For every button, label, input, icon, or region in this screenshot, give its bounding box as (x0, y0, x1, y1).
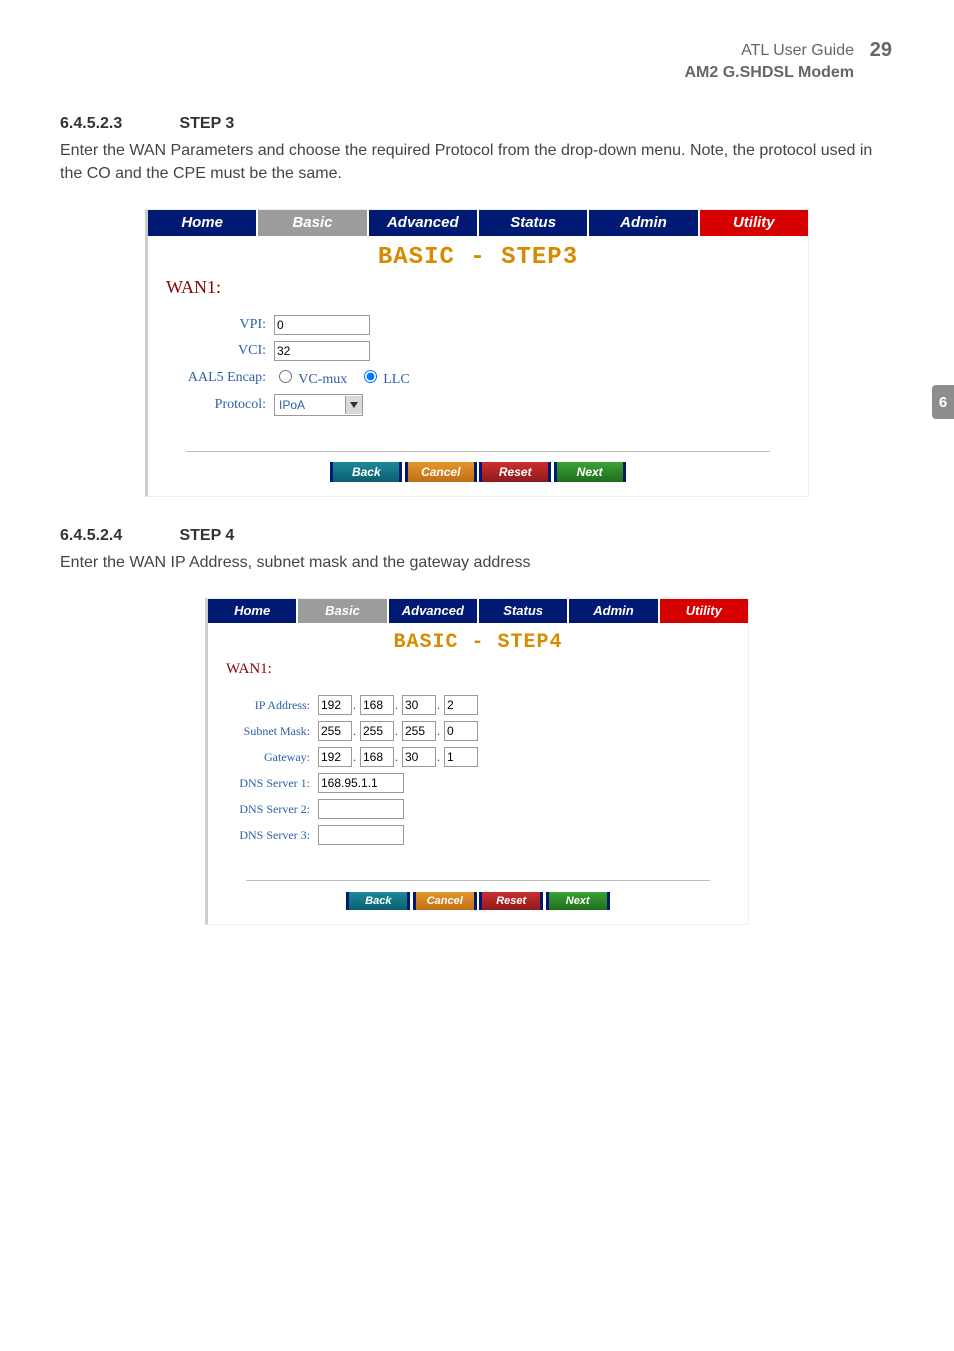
nav-tab-advanced[interactable]: Advanced (389, 599, 479, 623)
gw-input-1[interactable] (318, 747, 352, 767)
vci-input[interactable] (274, 341, 370, 361)
heading-step3-number: 6.4.5.2.3 (60, 115, 175, 133)
aal5-opt1-label: VC-mux (298, 372, 347, 387)
mask-input-3[interactable] (402, 721, 436, 741)
ip-input-3[interactable] (402, 695, 436, 715)
heading-step4-number: 6.4.5.2.4 (60, 527, 175, 545)
dns3-label: DNS Server 3: (226, 822, 314, 848)
dot-icon: . (394, 724, 399, 738)
nav-tab-basic[interactable]: Basic (298, 599, 388, 623)
paragraph-step3: Enter the WAN Parameters and choose the … (60, 139, 894, 185)
mask-input-1[interactable] (318, 721, 352, 741)
aal5-radio-llc-input[interactable] (364, 370, 377, 383)
page-header: 29 ATL User Guide AM2 G.SHDSL Modem (60, 40, 894, 85)
ip-input-4[interactable] (444, 695, 478, 715)
next-button[interactable]: Next (549, 892, 607, 910)
panel4-title: BASIC - STEP4 (208, 623, 748, 658)
gw-label: Gateway: (226, 744, 314, 770)
heading-step4: 6.4.5.2.4 STEP 4 (60, 527, 894, 545)
cancel-button[interactable]: Cancel (408, 462, 474, 482)
doc-title-1: ATL User Guide (60, 40, 854, 62)
dot-icon: . (436, 698, 441, 712)
reset-button[interactable]: Reset (482, 462, 548, 482)
vci-label: VCI: (166, 338, 270, 364)
dns2-input[interactable] (318, 799, 404, 819)
ip-input-2[interactable] (360, 695, 394, 715)
back-button[interactable]: Back (333, 462, 399, 482)
dot-icon: . (436, 724, 441, 738)
dns3-input[interactable] (318, 825, 404, 845)
nav-tab-status[interactable]: Status (479, 210, 589, 236)
dns2-label: DNS Server 2: (226, 796, 314, 822)
gw-input-2[interactable] (360, 747, 394, 767)
separator (186, 451, 770, 452)
reset-button[interactable]: Reset (482, 892, 540, 910)
aal5-radio-vcmux-input[interactable] (279, 370, 292, 383)
nav-tab-home[interactable]: Home (208, 599, 298, 623)
nav-bar: Home Basic Advanced Status Admin Utility (208, 599, 748, 623)
panel3-title: BASIC - STEP3 (148, 236, 808, 275)
aal5-radio-llc[interactable]: LLC (359, 372, 410, 387)
separator (246, 880, 710, 881)
nav-tab-advanced[interactable]: Advanced (369, 210, 479, 236)
aal5-radio-vcmux[interactable]: VC-mux (274, 372, 347, 387)
heading-step3: 6.4.5.2.3 STEP 3 (60, 115, 894, 133)
nav-tab-admin[interactable]: Admin (589, 210, 699, 236)
vpi-input[interactable] (274, 315, 370, 335)
dot-icon: . (394, 750, 399, 764)
dot-icon: . (352, 750, 357, 764)
button-row: Back Cancel Reset Next (208, 891, 748, 924)
cancel-button[interactable]: Cancel (416, 892, 474, 910)
vpi-label: VPI: (166, 312, 270, 338)
gw-input-3[interactable] (402, 747, 436, 767)
page-number: 29 (870, 36, 892, 64)
ip-input-1[interactable] (318, 695, 352, 715)
chevron-down-icon (345, 396, 362, 414)
ip-label: IP Address: (226, 692, 314, 718)
nav-tab-status[interactable]: Status (479, 599, 569, 623)
screenshot-step4: Home Basic Advanced Status Admin Utility… (205, 598, 749, 925)
gw-input-4[interactable] (444, 747, 478, 767)
button-row: Back Cancel Reset Next (148, 462, 808, 496)
dns1-label: DNS Server 1: (226, 770, 314, 796)
doc-title-2: AM2 G.SHDSL Modem (60, 62, 854, 84)
mask-input-2[interactable] (360, 721, 394, 741)
nav-bar: Home Basic Advanced Status Admin Utility (148, 210, 808, 236)
screenshot-step3: Home Basic Advanced Status Admin Utility… (145, 209, 809, 497)
nav-tab-home[interactable]: Home (148, 210, 258, 236)
heading-step3-title: STEP 3 (179, 115, 234, 132)
protocol-label: Protocol: (166, 391, 270, 419)
nav-tab-basic[interactable]: Basic (258, 210, 368, 236)
mask-input-4[interactable] (444, 721, 478, 741)
nav-tab-admin[interactable]: Admin (569, 599, 659, 623)
dot-icon: . (352, 698, 357, 712)
nav-tab-utility[interactable]: Utility (660, 599, 748, 623)
nav-tab-utility[interactable]: Utility (700, 210, 808, 236)
mask-label: Subnet Mask: (226, 718, 314, 744)
chapter-side-tab: 6 (932, 385, 954, 419)
dot-icon: . (352, 724, 357, 738)
dns1-input[interactable] (318, 773, 404, 793)
protocol-select[interactable]: IPoA (274, 394, 363, 416)
dot-icon: . (394, 698, 399, 712)
aal5-label: AAL5 Encap: (166, 364, 270, 391)
paragraph-step4: Enter the WAN IP Address, subnet mask an… (60, 551, 894, 574)
protocol-select-value: IPoA (275, 398, 345, 412)
panel3-wan-label: WAN1: (166, 277, 221, 297)
aal5-opt2-label: LLC (383, 372, 409, 387)
back-button[interactable]: Back (349, 892, 407, 910)
panel4-wan-label: WAN1: (226, 661, 272, 677)
dot-icon: . (436, 750, 441, 764)
next-button[interactable]: Next (557, 462, 623, 482)
heading-step4-title: STEP 4 (179, 527, 234, 544)
